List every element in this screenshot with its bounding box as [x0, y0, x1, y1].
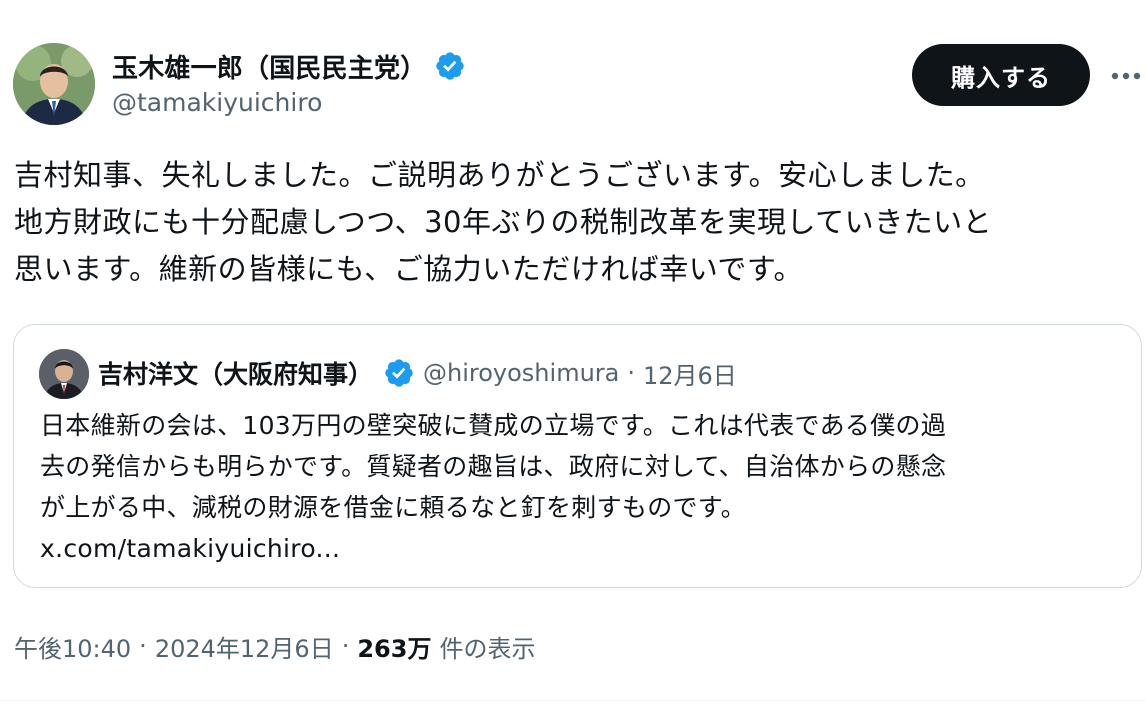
- quoted-author-avatar[interactable]: [39, 349, 89, 399]
- divider: [0, 700, 1146, 701]
- separator-dot: ·: [139, 632, 147, 660]
- views-count: 263万: [357, 634, 432, 663]
- quoted-author-handle[interactable]: @hiroyoshimura: [423, 359, 619, 387]
- buy-button[interactable]: 購入する: [912, 44, 1090, 106]
- more-horizontal-icon: [1111, 72, 1141, 80]
- separator-dot: ·: [341, 632, 350, 660]
- tweet-container: 玉木雄一郎（国民民主党） @tamakiyuichiro 購入する 吉村知事、失…: [0, 0, 1146, 704]
- views-label: 件の表示: [439, 634, 536, 663]
- quoted-tweet-card[interactable]: 吉村洋文（大阪府知事） @hiroyoshimura · 12月6日 日本維新の…: [13, 324, 1142, 588]
- tweet-text-line: 思います。維新の皆様にも、ご協力いただければ幸いです。: [14, 252, 803, 286]
- tweet-date[interactable]: 2024年12月6日: [155, 629, 334, 664]
- quoted-text-line: 去の発信からも明らかです。質疑者の趣旨は、政府に対して、自治体からの懸念: [40, 452, 947, 481]
- verified-badge-icon: [434, 50, 466, 82]
- separator-dot: ·: [627, 359, 635, 387]
- quoted-text-line: が上がる中、減税の財源を借金に頼るなと釘を刺すものです。: [40, 493, 746, 522]
- quoted-tweet-header: 吉村洋文（大阪府知事） @hiroyoshimura · 12月6日: [98, 353, 737, 393]
- tweet-meta: 午後10:40 · 2024年12月6日 · 263万 件の表示: [14, 626, 535, 666]
- quoted-text-line: 日本維新の会は、103万円の壁突破に賛成の立場です。これは代表である僕の過: [40, 411, 947, 440]
- quoted-tweet-text: 日本維新の会は、103万円の壁突破に賛成の立場です。これは代表である僕の過 去の…: [40, 405, 1130, 569]
- tweet-time[interactable]: 午後10:40: [14, 629, 131, 664]
- author-display-name[interactable]: 玉木雄一郎（国民民主党）: [112, 48, 426, 85]
- verified-badge-icon: [383, 357, 415, 389]
- author-handle[interactable]: @tamakiyuichiro: [112, 88, 322, 117]
- author-name-row: 玉木雄一郎（国民民主党）: [112, 48, 466, 84]
- quoted-tweet-date[interactable]: 12月6日: [643, 356, 737, 391]
- quoted-author-name[interactable]: 吉村洋文（大阪府知事）: [98, 355, 373, 391]
- author-avatar[interactable]: [13, 43, 95, 125]
- quoted-tweet-link[interactable]: x.com/tamakiyuichiro...: [40, 528, 1130, 569]
- more-options-button[interactable]: [1106, 58, 1146, 94]
- tweet-text: 吉村知事、失礼しました。ご説明ありがとうございます。安心しました。 地方財政にも…: [14, 152, 1142, 293]
- tweet-text-line: 地方財政にも十分配慮しつつ、30年ぶりの税制改革を実現していきたいと: [14, 205, 993, 239]
- tweet-text-line: 吉村知事、失礼しました。ご説明ありがとうございます。安心しました。: [14, 158, 985, 192]
